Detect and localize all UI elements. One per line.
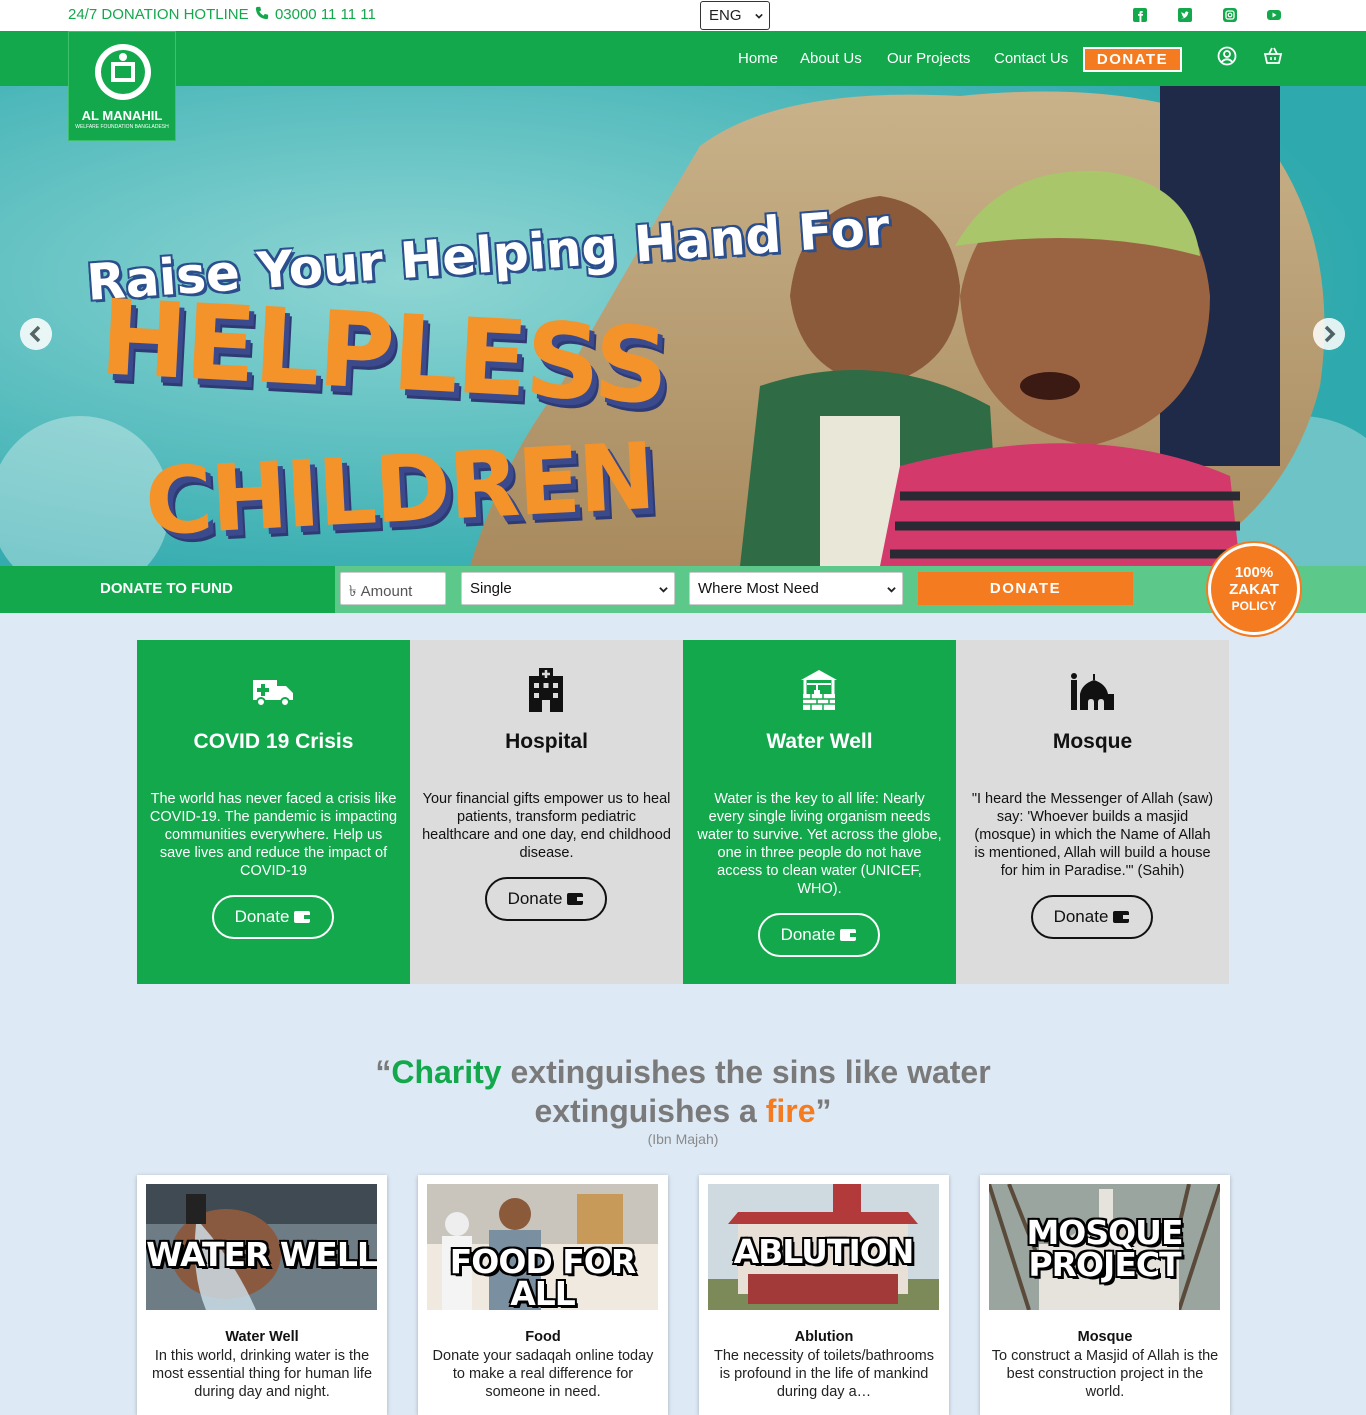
nav-our-projects[interactable]: Our Projects [887,50,970,67]
button-label: Donate [234,907,290,926]
quote-charity: Charity [391,1054,502,1090]
basket-icon[interactable] [1263,46,1283,66]
covid-donate-button[interactable]: Donate [212,895,334,939]
cause-value: Where Most Need [698,580,819,597]
facebook-icon[interactable] [1133,8,1147,22]
logo-subtitle: WELFARE FOUNDATION BANGLADESH [75,124,169,130]
logo-name: AL MANAHIL [81,108,163,123]
project-image: ABLUTION [708,1184,939,1310]
project-title: Water Well [225,1329,299,1345]
zakat-line2: ZAKAT [1229,581,1279,598]
mosque-donate-button[interactable]: Donate [1031,895,1153,939]
project-text: The necessity of toilets/bathrooms is pr… [713,1348,935,1400]
project-card-water-well[interactable]: WATER WELL Water Well In this world, dri… [137,1175,387,1415]
card-title: Mosque [1052,730,1133,753]
wallet-icon [294,911,311,923]
cause-card-mosque: Mosque "I heard the Messenger of Allah (… [956,640,1229,984]
project-image: WATER WELL [146,1184,377,1310]
project-card-ablution[interactable]: ABLUTION Ablution The necessity of toile… [699,1175,949,1415]
nav-contact-us[interactable]: Contact Us [994,50,1068,67]
frequency-select[interactable]: Single [461,572,675,605]
button-label: Donate [780,925,836,944]
water-well-icon [801,670,837,710]
carousel-next-icon[interactable] [1313,318,1345,350]
project-image-label: WATER WELL [146,1235,377,1274]
project-text: Donate your sadaqah online today to make… [432,1348,654,1400]
quote-open: “ [375,1054,392,1090]
site-logo[interactable]: AL MANAHIL WELFARE FOUNDATION BANGLADESH [68,31,176,141]
charity-quote: “Charity extinguishes the sins like wate… [300,1053,1066,1131]
project-image: FOOD FOR ALL [427,1184,658,1310]
phone-icon [255,6,268,20]
chevron-down-icon [659,587,668,593]
hospital-donate-button[interactable]: Donate [485,877,607,921]
youtube-icon[interactable] [1267,8,1281,22]
quote-close: ” [815,1093,832,1129]
nav-home[interactable]: Home [738,50,778,67]
fund-label: DONATE TO FUND [0,566,335,613]
chevron-down-icon [887,587,896,593]
logo-emblem-icon [95,44,151,100]
project-image: MOSQUE PROJECT [989,1184,1220,1310]
quote-fire: fire [765,1093,816,1129]
language-select[interactable]: ENG [700,1,770,30]
card-title: Water Well [766,730,873,753]
quote-middle: extinguishes the sins like water extingu… [501,1054,991,1129]
cause-select[interactable]: Where Most Need [689,572,903,605]
cause-card-water-well: Water Well Water is the key to all life:… [683,640,956,984]
frequency-value: Single [470,580,512,597]
card-text: Water is the key to all life: Nearly eve… [697,791,942,897]
project-text: To construct a Masjid of Allah is the be… [991,1348,1219,1400]
card-text: The world has never faced a crisis like … [149,791,398,879]
chevron-down-icon [755,13,763,19]
carousel-prev-icon[interactable] [20,318,52,350]
project-card-mosque[interactable]: MOSQUE PROJECT Mosque To construct a Masj… [980,1175,1230,1415]
project-image-label: FOOD FOR ALL [449,1242,637,1310]
amount-input[interactable]: ৳ Amount [340,572,446,605]
mosque-icon [1071,673,1114,710]
card-text: Your financial gifts empower us to heal … [422,791,671,861]
ambulance-icon [253,680,293,707]
project-title: Food [525,1329,561,1345]
hero-carousel: Raise Your Helping Hand For HELPLESS CHI… [0,86,1366,566]
zakat-line3: POLICY [1231,599,1277,613]
donate-fund-bar: DONATE TO FUND ৳ Amount Single Where Mos… [0,566,1366,613]
cause-card-hospital: Hospital Your financial gifts empower us… [410,640,683,984]
quote-source: (Ibn Majah) [647,1131,719,1147]
hospital-icon [529,668,563,712]
project-title: Ablution [794,1329,854,1345]
zakat-line1: 100% [1234,564,1274,581]
water-well-donate-button[interactable]: Donate [758,913,880,957]
project-text: In this world, drinking water is the mos… [151,1348,373,1400]
zakat-policy-badge: 100% ZAKAT POLICY [1208,543,1300,635]
wallet-icon [1113,911,1130,923]
card-title: Hospital [505,730,588,753]
card-title: COVID 19 Crisis [193,730,354,753]
button-label: Donate [507,889,563,908]
main-navbar: Home About Us Our Projects Contact Us DO… [0,31,1366,86]
wallet-icon [840,929,857,941]
wallet-icon [567,893,584,905]
project-title: Mosque [1077,1329,1133,1345]
instagram-icon[interactable] [1223,8,1237,22]
fund-donate-button[interactable]: DONATE [918,572,1133,605]
project-image-label: MOSQUE PROJECT [1026,1213,1183,1284]
cause-card-covid: COVID 19 Crisis The world has never face… [137,640,410,984]
project-image-label: ABLUTION [733,1232,915,1271]
top-bar: 24/7 DONATION HOTLINE 03000 11 11 11 ENG [0,0,1366,31]
hotline-label: 24/7 DONATION HOTLINE [68,6,249,23]
button-label: Donate [1053,907,1109,926]
user-icon[interactable] [1217,46,1237,66]
twitter-icon[interactable] [1178,8,1192,22]
nav-donate-button[interactable]: DONATE [1083,47,1182,72]
hotline-number: 03000 11 11 11 [274,6,376,23]
donation-hotline[interactable]: 24/7 DONATION HOTLINE 03000 11 11 11 [68,6,376,23]
project-card-food[interactable]: FOOD FOR ALL Food Donate your sadaqah on… [418,1175,668,1415]
nav-about-us[interactable]: About Us [800,50,862,67]
card-text: "I heard the Messenger of Allah (saw) sa… [971,791,1214,879]
language-value: ENG [709,7,742,24]
